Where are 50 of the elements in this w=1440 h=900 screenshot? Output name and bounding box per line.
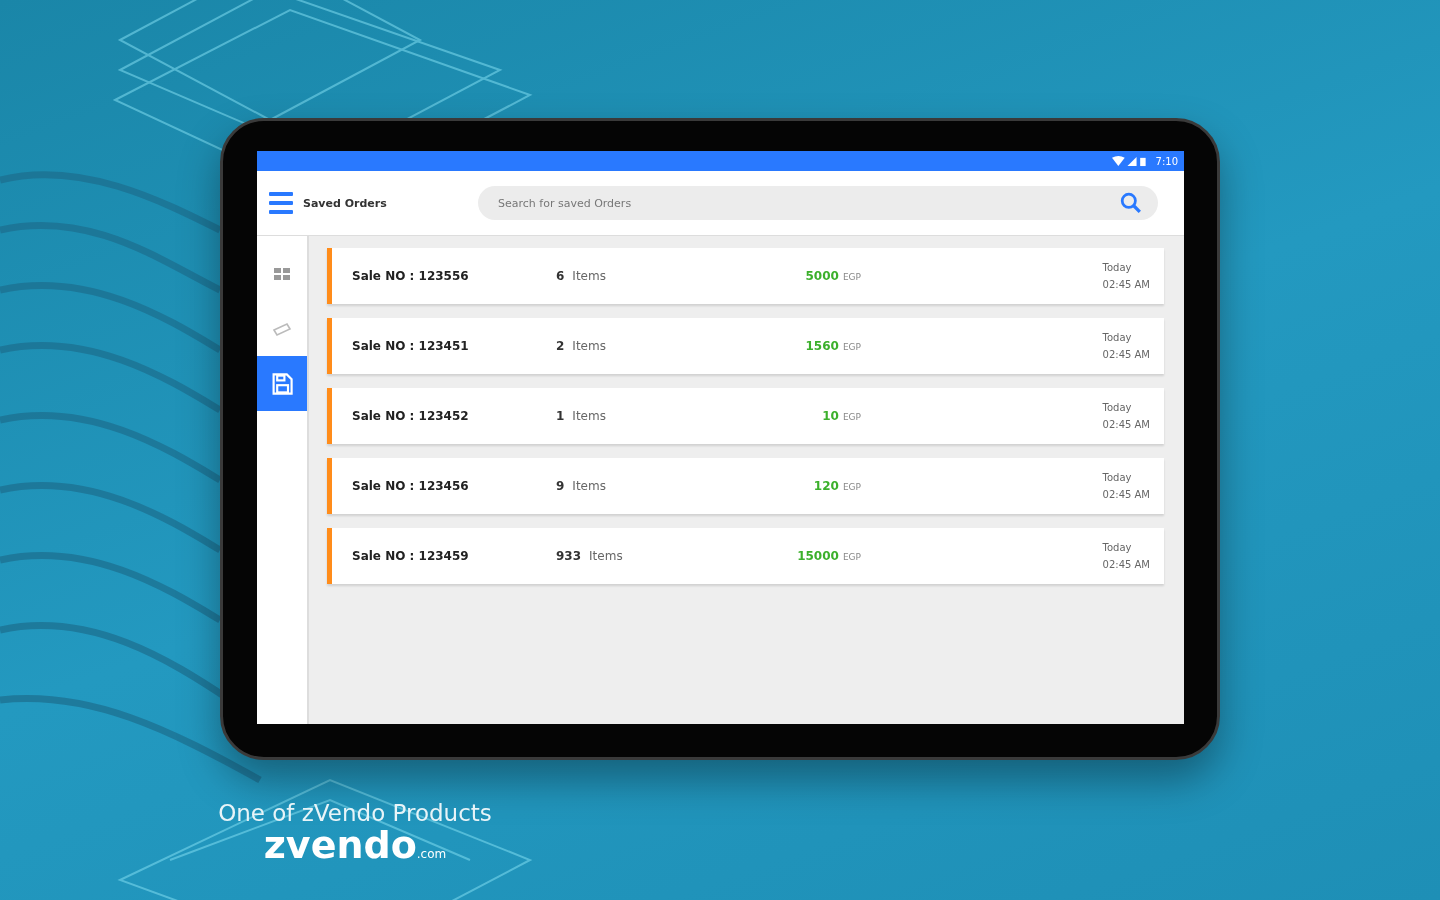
order-time: 02:45 AM [1102, 489, 1150, 500]
order-time: 02:45 AM [1102, 279, 1150, 290]
sale-number: Sale NO : 123459 [352, 549, 470, 563]
order-card[interactable]: Sale NO : 123451 2 Items 1560 EGP Today 02:45 AM [327, 318, 1164, 374]
currency-label: EGP [842, 482, 861, 492]
sale-number: Sale NO : 123456 [352, 479, 470, 493]
tagline: One of zVendo Products [218, 800, 492, 826]
item-count: 2 [556, 339, 565, 353]
item-unit: Items [572, 269, 606, 283]
status-time: 7:10 [1155, 155, 1178, 167]
order-amount: 15000 [797, 549, 839, 563]
menu-icon[interactable] [269, 192, 293, 214]
currency-label: EGP [842, 412, 861, 422]
sale-number: Sale NO : 123451 [352, 339, 470, 353]
order-amount: 10 [822, 409, 839, 423]
order-time: 02:45 AM [1102, 349, 1150, 360]
item-unit: Items [572, 479, 606, 493]
order-day: Today [1102, 542, 1150, 553]
order-amount: 5000 [805, 269, 839, 283]
logo-suffix: .com [416, 847, 447, 861]
order-card[interactable]: Sale NO : 123456 9 Items 120 EGP Today 02:45 AM [327, 458, 1164, 514]
order-day: Today [1102, 472, 1150, 483]
item-count: 9 [556, 479, 565, 493]
item-unit: Items [572, 409, 606, 423]
item-unit: Items [589, 549, 623, 563]
search-icon[interactable] [1120, 192, 1142, 214]
order-time: 02:45 AM [1102, 419, 1150, 430]
item-count: 1 [556, 409, 565, 423]
page-title: Saved Orders [303, 196, 388, 210]
currency-label: EGP [842, 272, 861, 282]
item-count: 933 [556, 549, 582, 563]
item-count: 6 [556, 269, 565, 283]
order-card[interactable]: Sale NO : 123556 6 Items 5000 EGP Today 02:45 AM [327, 248, 1164, 304]
currency-label: EGP [842, 342, 861, 352]
order-card[interactable]: Sale NO : 123452 1 Items 10 EGP Today 02:45 AM [327, 388, 1164, 444]
logo-text: zvendo [263, 826, 417, 864]
order-amount: 1560 [805, 339, 839, 353]
order-card[interactable]: Sale NO : 123459 933 Items 15000 EGP Today 02:45 AM [327, 528, 1164, 584]
search-field[interactable]: Search for saved Orders [478, 186, 1158, 220]
order-amount: 120 [813, 479, 839, 493]
save-icon [270, 371, 294, 396]
item-unit: Items [572, 339, 606, 353]
sidebar-item[interactable] [257, 356, 307, 411]
sale-number: Sale NO : 123452 [352, 409, 470, 423]
currency-label: EGP [842, 552, 861, 562]
order-day: Today [1102, 262, 1150, 273]
order-day: Today [1102, 402, 1150, 413]
order-day: Today [1102, 332, 1150, 343]
order-time: 02:45 AM [1102, 559, 1150, 570]
sale-number: Sale NO : 123556 [352, 269, 470, 283]
